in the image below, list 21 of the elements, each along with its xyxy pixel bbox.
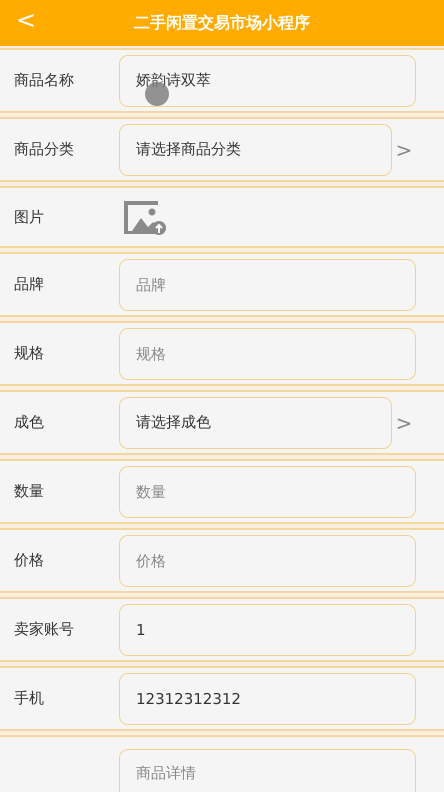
field-label: 数量 xyxy=(13,482,45,501)
picker-field[interactable]: 请选择成色 xyxy=(119,396,392,448)
input-field[interactable]: 规格 xyxy=(119,328,416,380)
details-textarea[interactable]: 商品详情 xyxy=(119,749,416,792)
field-label: 卖家账号 xyxy=(13,620,75,639)
field-label: 商品分类 xyxy=(13,140,75,159)
input-field[interactable]: 数量 xyxy=(119,466,416,518)
picker-field[interactable]: 请选择商品分类 xyxy=(119,124,392,176)
input-field[interactable]: 1 xyxy=(119,604,416,656)
field-label: 成色 xyxy=(13,413,45,432)
field-label: 价格 xyxy=(13,551,45,570)
input-field[interactable]: 品牌 xyxy=(119,258,416,310)
field-label: 手机 xyxy=(13,689,45,708)
input-field[interactable]: 娇韵诗双萃 xyxy=(119,54,416,106)
field-label: 商品名称 xyxy=(13,71,75,90)
input-field[interactable]: 12312312312 xyxy=(119,672,416,724)
field-label: 图片 xyxy=(13,208,45,226)
input-field[interactable]: 价格 xyxy=(119,534,416,586)
field-label: 品牌 xyxy=(13,275,45,294)
page-title: 二手闲置交易市场小程序 xyxy=(134,12,310,34)
field-label: 规格 xyxy=(13,344,45,363)
